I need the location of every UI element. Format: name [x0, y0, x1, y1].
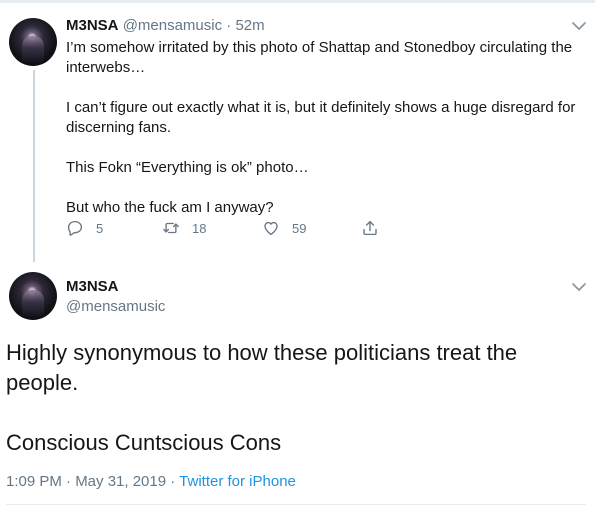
- share-icon: [363, 220, 377, 236]
- avatar[interactable]: [9, 272, 57, 320]
- like-button[interactable]: 59: [262, 218, 306, 238]
- source-link[interactable]: Twitter for iPhone: [179, 473, 296, 490]
- separator: ·: [226, 17, 232, 34]
- tweet-text: I’m somehow irritated by this photo of S…: [66, 38, 586, 238]
- reply-button[interactable]: 5: [66, 218, 103, 238]
- tweet-meta: 1:09 PM · May 31, 2019 · Twitter for iPh…: [6, 472, 296, 492]
- main-tweet-text: Highly synonymous to how these politicia…: [6, 338, 586, 458]
- author-handle[interactable]: @mensamusic: [123, 17, 222, 34]
- retweet-count: 18: [192, 220, 207, 236]
- tweet-actions: 5 18 59: [66, 218, 396, 238]
- divider: [6, 504, 586, 505]
- reply-count: 5: [96, 220, 104, 236]
- chevron-down-icon[interactable]: [569, 277, 589, 297]
- time-ago[interactable]: 52m: [235, 17, 264, 34]
- avatar[interactable]: [9, 18, 57, 66]
- timestamp[interactable]: 1:09 PM · May 31, 2019: [6, 473, 166, 490]
- parent-tweet[interactable]: M3NSA @mensamusic · 52m I’m somehow irri…: [0, 0, 595, 262]
- tweet-paragraph: I can’t figure out exactly what it is, b…: [66, 99, 576, 136]
- tweet-paragraph: But who the fuck am I anyway?: [66, 199, 274, 216]
- like-count: 59: [292, 220, 307, 236]
- reply-icon: [67, 220, 83, 236]
- tweet-paragraph: I’m somehow irritated by this photo of S…: [66, 39, 573, 76]
- tweet-paragraph: Conscious Cuntscious Cons: [6, 430, 282, 455]
- meta-separator: ·: [170, 473, 176, 490]
- retweet-icon: [163, 222, 179, 234]
- chevron-down-icon[interactable]: [569, 16, 589, 36]
- author-name[interactable]: M3NSA: [66, 17, 119, 34]
- share-button[interactable]: [361, 218, 391, 238]
- tweet-paragraph: Highly synonymous to how these politicia…: [6, 340, 518, 395]
- author-name[interactable]: M3NSA: [66, 277, 119, 297]
- thread-line: [33, 70, 35, 262]
- like-icon: [264, 221, 278, 236]
- retweet-button[interactable]: 18: [162, 218, 206, 238]
- author-handle[interactable]: @mensamusic: [66, 297, 165, 317]
- tweet-paragraph: This Fokn “Everything is ok” photo…: [66, 159, 309, 176]
- tweet-header: M3NSA @mensamusic · 52m: [66, 16, 265, 36]
